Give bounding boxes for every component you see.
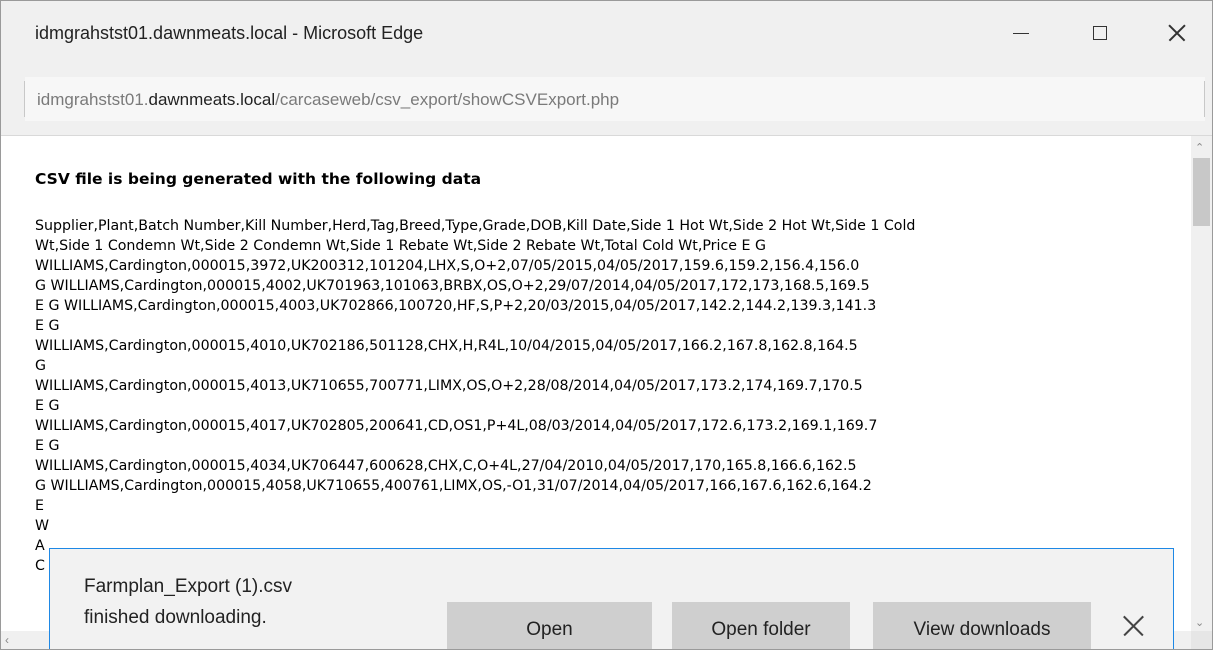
url-host: dawnmeats.local [148,90,276,109]
open-button[interactable]: Open [447,602,652,649]
url-prefix: idmgrahstst01. [37,90,149,109]
csv-line: G WILLIAMS,Cardington,000015,4058,UK7106… [35,478,872,494]
download-status: finished downloading. [84,607,267,628]
url-path: /carcaseweb/csv_export/showCSVExport.php [275,90,620,109]
csv-line: WILLIAMS,Cardington,000015,4013,UK710655… [35,378,863,394]
csv-line: Wt,Side 1 Condemn Wt,Side 2 Condemn Wt,S… [35,238,766,254]
csv-line: WILLIAMS,Cardington,000015,3972,UK200312… [35,258,860,274]
csv-line: E G [35,398,60,414]
csv-line: E G WILLIAMS,Cardington,000015,4003,UK70… [35,298,877,314]
csv-line: WILLIAMS,Cardington,000015,4017,UK702805… [35,418,878,434]
csv-line: G [35,358,46,374]
close-icon [1168,24,1186,42]
download-filename: Farmplan_Export (1).csv [84,576,293,597]
csv-line: E G [35,318,60,334]
minimize-button[interactable] [991,1,1051,65]
csv-line: E [35,498,44,514]
vertical-scrollbar[interactable]: ⌃ ⌄ [1191,136,1212,631]
close-window-button[interactable] [1147,1,1207,65]
csv-data: Supplier,Plant,Batch Number,Kill Number,… [35,216,1191,576]
maximize-icon [1093,26,1107,40]
url-field[interactable]: idmgrahstst01.dawnmeats.local/carcaseweb… [24,77,1205,121]
csv-line: W [35,518,50,534]
maximize-button[interactable] [1070,1,1130,65]
csv-line: WILLIAMS,Cardington,000015,4034,UK706447… [35,458,857,474]
close-notification-icon[interactable] [1123,616,1143,636]
scrollbar-corner [1191,631,1212,649]
csv-line: G WILLIAMS,Cardington,000015,4002,UK7019… [35,278,870,294]
view-downloads-button[interactable]: View downloads [873,602,1091,649]
csv-line: WILLIAMS,Cardington,000015,4010,UK702186… [35,338,858,354]
scroll-down-icon[interactable]: ⌄ [1195,616,1204,629]
download-notification: Farmplan_Export (1).csv finished downloa… [49,548,1174,649]
csv-line: E G [35,438,60,454]
scroll-left-icon[interactable]: ‹ [5,633,9,647]
address-bar: idmgrahstst01.dawnmeats.local/carcaseweb… [1,65,1212,136]
open-folder-button[interactable]: Open folder [672,602,850,649]
window-title: idmgrahstst01.dawnmeats.local - Microsof… [35,23,424,43]
page-heading: CSV file is being generated with the fol… [35,170,482,188]
vertical-scroll-thumb[interactable] [1193,158,1210,226]
browser-window: idmgrahstst01.dawnmeats.local - Microsof… [0,0,1213,650]
url-text: idmgrahstst01.dawnmeats.local/carcaseweb… [37,90,619,110]
minimize-icon [1013,32,1029,34]
csv-line: Supplier,Plant,Batch Number,Kill Number,… [35,218,916,234]
scroll-up-icon[interactable]: ⌃ [1195,141,1204,154]
title-bar: idmgrahstst01.dawnmeats.local - Microsof… [1,1,1212,65]
